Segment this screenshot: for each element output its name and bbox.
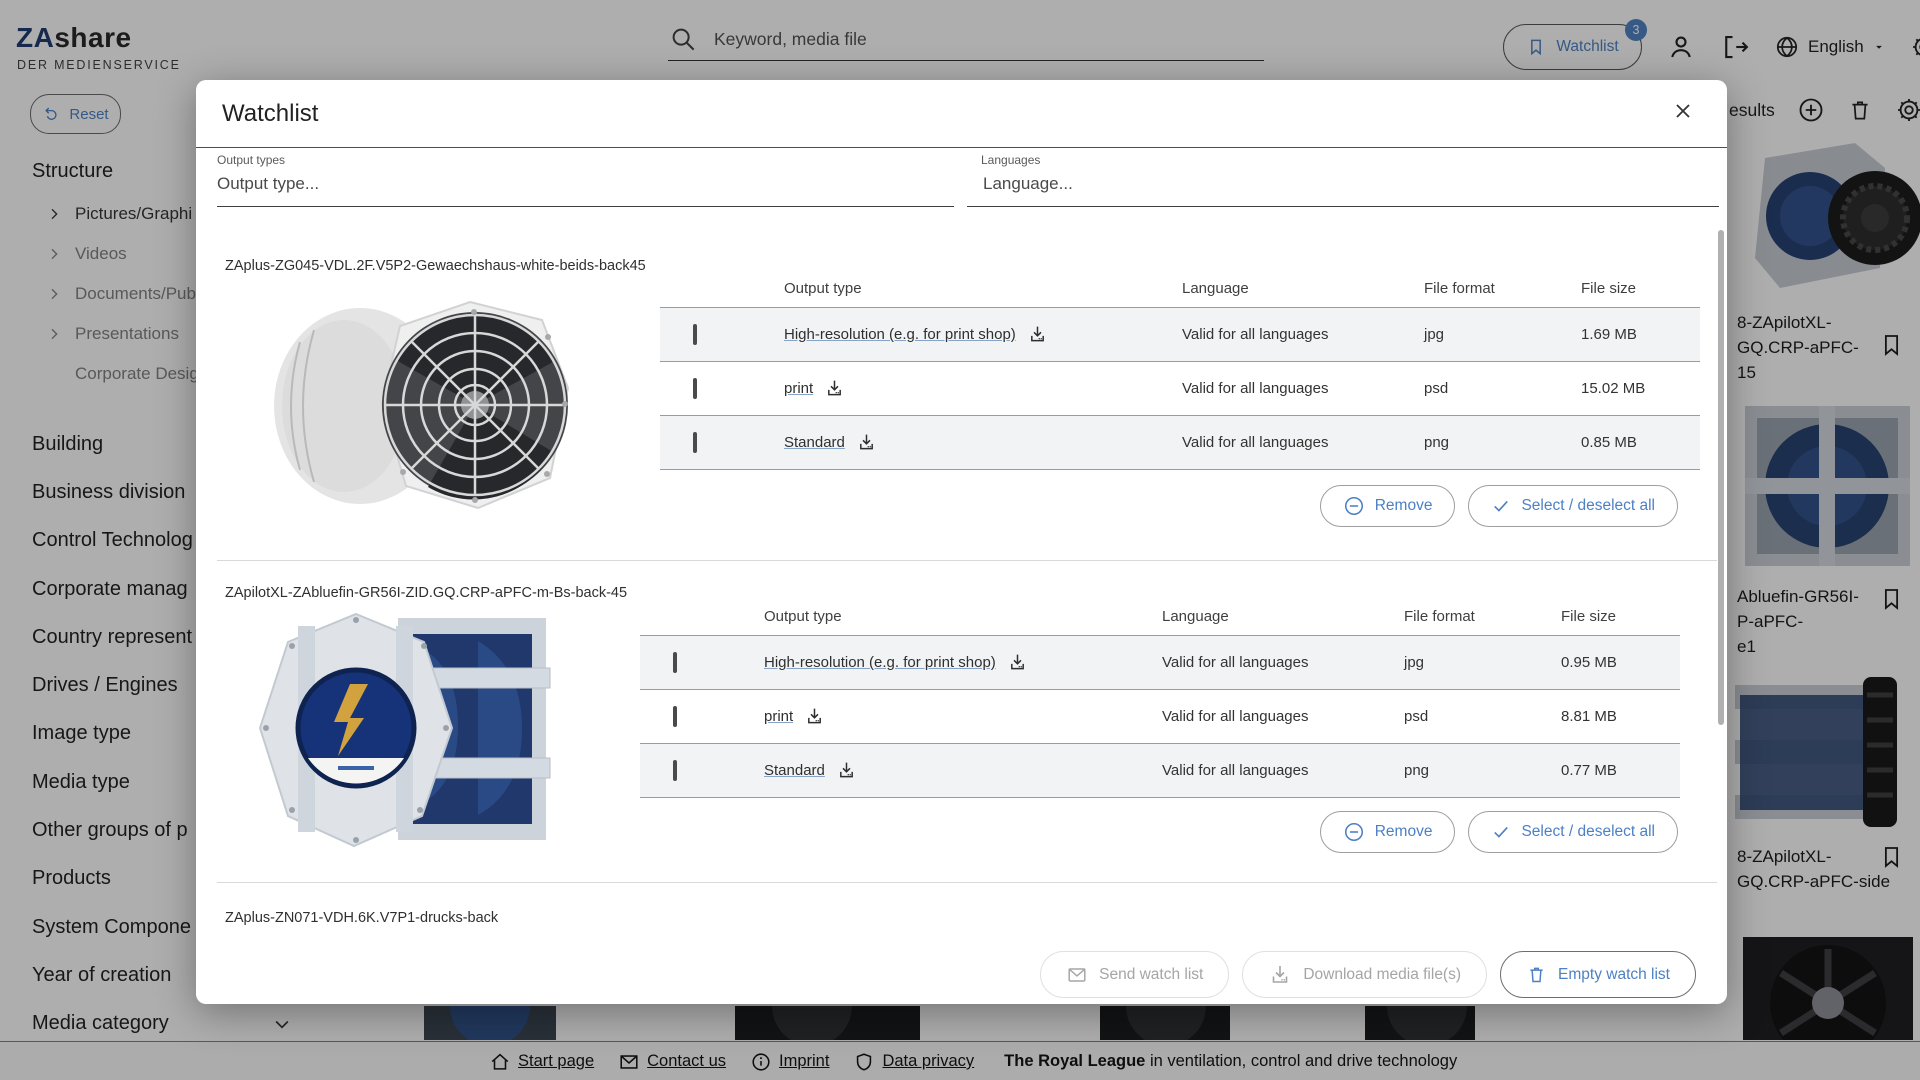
languages-label: Languages	[981, 153, 1040, 167]
col-file-format: File format	[1404, 608, 1561, 625]
row-checkbox[interactable]	[673, 652, 677, 673]
language-cell: Valid for all languages	[1162, 708, 1404, 725]
file-format-cell: png	[1424, 434, 1581, 451]
send-watchlist-button[interactable]: Send watch list	[1040, 951, 1229, 998]
row-checkbox[interactable]	[693, 432, 697, 453]
file-format-cell: jpg	[1404, 654, 1561, 671]
output-type-link[interactable]: High-resolution (e.g. for print shop)	[784, 326, 1016, 343]
close-icon[interactable]	[1668, 96, 1698, 126]
output-types-underline	[217, 206, 954, 207]
app-root: ZAshare DER MEDIENSERVICE Keyword, media…	[0, 0, 1920, 1080]
check-icon	[1491, 822, 1511, 842]
file-size-cell: 1.69 MB	[1581, 326, 1700, 343]
file-format-cell: jpg	[1424, 326, 1581, 343]
modal-header-divider	[196, 147, 1727, 148]
download-icon[interactable]	[824, 378, 845, 399]
item-actions: Remove Select / deselect all	[1320, 485, 1678, 527]
table-header-row: Output type Language File format File si…	[640, 598, 1680, 635]
media-file-preview[interactable]	[248, 282, 590, 528]
table-row: print Valid for all languages psd 8.81 M…	[640, 689, 1680, 743]
row-checkbox[interactable]	[673, 760, 677, 781]
remove-button[interactable]: Remove	[1320, 485, 1456, 527]
row-checkbox[interactable]	[673, 706, 677, 727]
download-icon[interactable]	[1007, 652, 1028, 673]
output-type-link[interactable]: print	[764, 708, 793, 725]
minus-circle-icon	[1343, 821, 1365, 843]
output-table: Output type Language File format File si…	[640, 598, 1680, 798]
file-size-cell: 8.81 MB	[1561, 708, 1680, 725]
media-file-name: ZAplus-ZN071-VDH.6K.V7P1-drucks-back	[225, 910, 498, 926]
media-file-name: ZAplus-ZG045-VDL.2F.V5P2-Gewaechshaus-wh…	[225, 258, 646, 274]
file-format-cell: psd	[1424, 380, 1581, 397]
col-file-size: File size	[1561, 608, 1680, 625]
language-cell: Valid for all languages	[1162, 762, 1404, 779]
col-file-format: File format	[1424, 280, 1581, 297]
select-deselect-all-button[interactable]: Select / deselect all	[1468, 485, 1678, 527]
file-format-cell: png	[1404, 762, 1561, 779]
watchlist-footer-actions: Send watch list Download media file(s) E…	[1040, 951, 1696, 998]
table-header-row: Output type Language File format File si…	[660, 270, 1700, 307]
select-deselect-all-button[interactable]: Select / deselect all	[1468, 811, 1678, 853]
file-size-cell: 0.77 MB	[1561, 762, 1680, 779]
media-file-name: ZApilotXL-ZAbluefin-GR56I-ZID.GQ.CRP-aPF…	[225, 585, 627, 601]
download-icon[interactable]	[804, 706, 825, 727]
language-cell: Valid for all languages	[1162, 654, 1404, 671]
table-row: High-resolution (e.g. for print shop) Va…	[660, 307, 1700, 361]
file-size-cell: 0.95 MB	[1561, 654, 1680, 671]
section-divider	[217, 560, 1717, 561]
output-type-link[interactable]: Standard	[784, 434, 845, 451]
output-type-link[interactable]: print	[784, 380, 813, 397]
modal-scrollbar[interactable]	[1718, 230, 1724, 725]
remove-button[interactable]: Remove	[1320, 811, 1456, 853]
envelope-icon	[1066, 964, 1088, 986]
download-icon[interactable]	[1027, 324, 1048, 345]
file-size-cell: 0.85 MB	[1581, 434, 1700, 451]
download-icon	[1268, 963, 1292, 987]
watchlist-modal: Watchlist Output types Output type... La…	[196, 80, 1727, 1004]
col-language: Language	[1182, 280, 1424, 297]
output-types-select[interactable]: Output type...	[217, 174, 319, 194]
language-cell: Valid for all languages	[1182, 434, 1424, 451]
item-actions: Remove Select / deselect all	[1320, 811, 1678, 853]
col-output-type: Output type	[784, 280, 1182, 297]
row-checkbox[interactable]	[693, 324, 697, 345]
languages-select[interactable]: Language...	[983, 174, 1073, 194]
languages-underline	[967, 206, 1719, 207]
output-table: Output type Language File format File si…	[660, 270, 1700, 470]
trash-icon	[1526, 964, 1547, 985]
col-output-type: Output type	[764, 608, 1162, 625]
output-type-link[interactable]: Standard	[764, 762, 825, 779]
table-row: print Valid for all languages psd 15.02 …	[660, 361, 1700, 415]
table-row: Standard Valid for all languages png 0.7…	[640, 743, 1680, 798]
language-cell: Valid for all languages	[1182, 326, 1424, 343]
section-divider	[217, 882, 1717, 883]
file-size-cell: 15.02 MB	[1581, 380, 1700, 397]
row-checkbox[interactable]	[693, 378, 697, 399]
check-icon	[1491, 496, 1511, 516]
output-types-label: Output types	[217, 153, 285, 167]
empty-watchlist-button[interactable]: Empty watch list	[1500, 951, 1696, 998]
file-format-cell: psd	[1404, 708, 1561, 725]
table-row: Standard Valid for all languages png 0.8…	[660, 415, 1700, 470]
minus-circle-icon	[1343, 495, 1365, 517]
modal-title: Watchlist	[222, 100, 318, 128]
media-file-preview[interactable]	[238, 606, 570, 852]
table-row: High-resolution (e.g. for print shop) Va…	[640, 635, 1680, 689]
output-type-link[interactable]: High-resolution (e.g. for print shop)	[764, 654, 996, 671]
download-media-files-button[interactable]: Download media file(s)	[1242, 951, 1487, 998]
download-icon[interactable]	[856, 432, 877, 453]
col-file-size: File size	[1581, 280, 1700, 297]
language-cell: Valid for all languages	[1182, 380, 1424, 397]
col-language: Language	[1162, 608, 1404, 625]
download-icon[interactable]	[836, 760, 857, 781]
